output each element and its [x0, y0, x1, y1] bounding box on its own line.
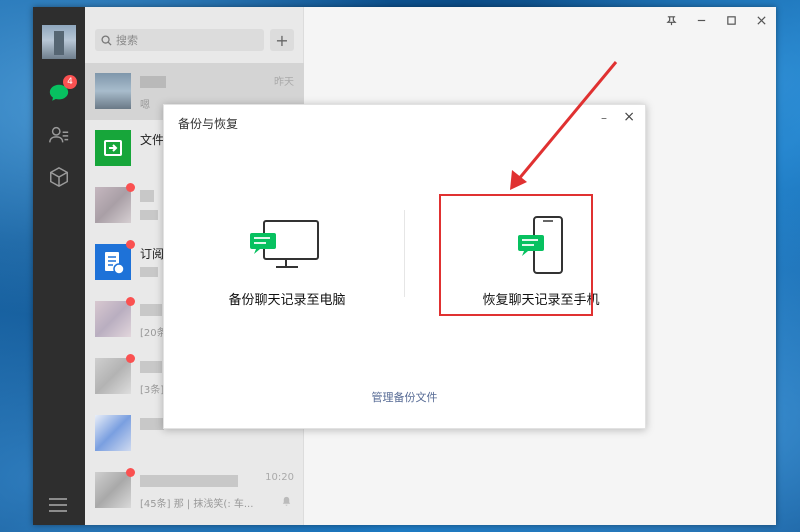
- chat-name: [140, 74, 166, 88]
- unread-dot: [126, 354, 135, 363]
- menu-icon[interactable]: [48, 497, 68, 513]
- unread-dot: [126, 297, 135, 306]
- pin-button[interactable]: [656, 7, 686, 33]
- dialog-minimize-button[interactable]: –: [601, 111, 607, 125]
- maximize-icon: [726, 15, 736, 25]
- unread-badge: 4: [63, 75, 77, 89]
- backup-to-pc-option[interactable]: 备份聊天记录至电脑: [187, 195, 387, 315]
- dialog-title: 备份与恢复: [178, 117, 239, 131]
- maximize-button[interactable]: [716, 7, 746, 33]
- window-controls: [656, 7, 776, 33]
- chat-name: 文件: [140, 133, 165, 147]
- chat-name: [140, 359, 162, 373]
- search-input[interactable]: 搜索: [95, 29, 264, 51]
- chat-preview: [140, 267, 158, 278]
- chat-time: 昨天: [274, 77, 294, 88]
- mute-bell-icon: [282, 496, 291, 506]
- user-avatar[interactable]: [42, 25, 76, 59]
- chat-preview: 嗯: [140, 100, 150, 111]
- pin-icon: [665, 15, 677, 25]
- backup-restore-dialog: 备份与恢复 – × 备份聊天记录至电脑 恢复聊天记录至手机 管理备份文件: [163, 104, 646, 429]
- unread-dot: [126, 240, 135, 249]
- close-button[interactable]: [746, 7, 776, 33]
- chat-tab[interactable]: 4: [47, 75, 77, 105]
- contacts-tab[interactable]: [47, 123, 71, 147]
- chat-name: [140, 473, 238, 487]
- add-chat-button[interactable]: +: [270, 29, 294, 51]
- chat-name: [140, 188, 154, 202]
- chat-preview: [140, 210, 158, 221]
- annotation-highlight-box: [439, 194, 593, 316]
- subscription-icon: [105, 252, 125, 275]
- avatar: [95, 415, 131, 451]
- avatar: [95, 130, 131, 166]
- chat-preview: [45条] 那 | 抹浅笑(: 车...: [140, 499, 254, 510]
- avatar: [95, 354, 135, 394]
- minimize-icon: [697, 19, 705, 21]
- unread-dot: [126, 468, 135, 477]
- chat-name: 订阅: [140, 247, 165, 261]
- avatar: [95, 73, 131, 109]
- avatar: [95, 297, 135, 337]
- contacts-icon: [49, 126, 69, 143]
- sidebar-rail: 4: [33, 7, 85, 525]
- avatar: [95, 468, 135, 508]
- search-icon: [101, 34, 112, 46]
- avatar: [95, 183, 135, 223]
- chat-preview: [3条]: [140, 385, 165, 396]
- discover-tab[interactable]: [47, 165, 71, 189]
- option-divider: [404, 210, 405, 297]
- minimize-button[interactable]: [686, 7, 716, 33]
- chat-name: [140, 302, 162, 316]
- dialog-close-button[interactable]: ×: [623, 109, 635, 125]
- computer-icon: [250, 220, 319, 268]
- file-transfer-icon: [104, 140, 122, 156]
- close-icon: [756, 15, 766, 25]
- unread-dot: [126, 183, 135, 192]
- list-item[interactable]: [45条] 那 | 抹浅笑(: 车... 10:20: [85, 462, 304, 519]
- chat-time: 10:20: [265, 472, 294, 483]
- chat-name: [140, 416, 164, 430]
- discover-cube-icon: [50, 166, 68, 188]
- search-placeholder: 搜索: [116, 34, 138, 47]
- manage-backup-files-link[interactable]: 管理备份文件: [164, 389, 645, 405]
- backup-label: 备份聊天记录至电脑: [228, 293, 346, 308]
- avatar: [95, 240, 135, 280]
